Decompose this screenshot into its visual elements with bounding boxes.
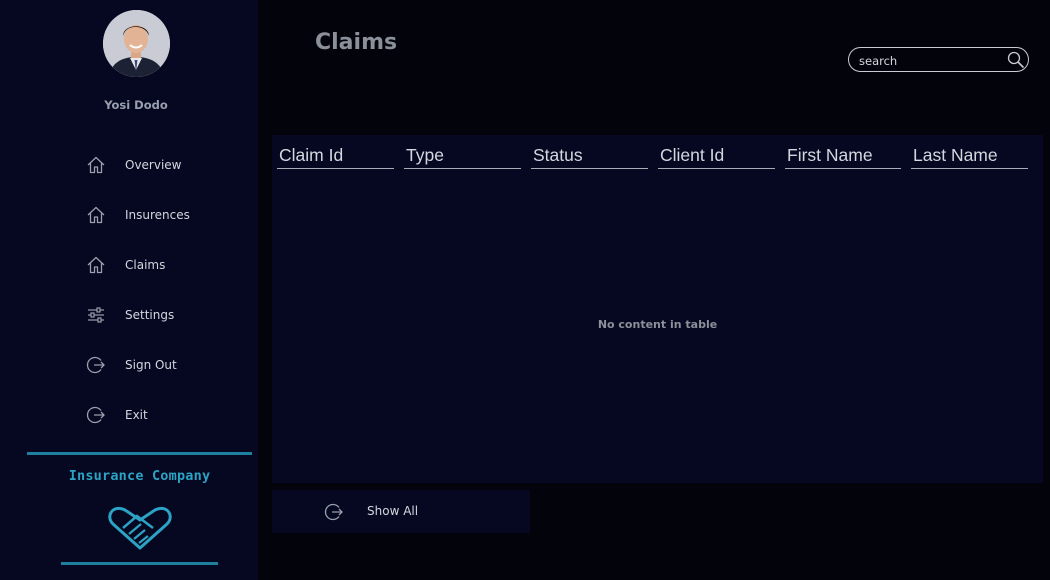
column-header-client-id[interactable]: Client Id — [658, 145, 775, 169]
sidebar-item-label: Sign Out — [125, 358, 177, 372]
sidebar-item-exit[interactable]: Exit — [80, 400, 250, 430]
page-title: Claims — [315, 30, 398, 55]
table-empty-message: No content in table — [597, 318, 718, 331]
home-icon — [80, 200, 114, 230]
column-header-last-name[interactable]: Last Name — [911, 145, 1028, 169]
app-window: Yosi Dodo Overview Insurences Claims Set… — [0, 0, 1050, 580]
sidebar-item-label: Claims — [125, 258, 166, 272]
brand-divider-bottom — [61, 562, 218, 565]
column-header-status[interactable]: Status — [531, 145, 648, 169]
search-icon[interactable] — [1007, 51, 1025, 73]
show-all-label: Show All — [367, 504, 419, 518]
logout-icon — [80, 350, 114, 380]
user-name: Yosi Dodo — [104, 98, 168, 112]
sliders-icon — [80, 300, 114, 330]
sidebar-item-sign-out[interactable]: Sign Out — [80, 350, 250, 380]
sidebar-item-claims[interactable]: Claims — [80, 250, 250, 280]
sidebar-item-insurences[interactable]: Insurences — [80, 200, 250, 230]
column-header-claim-id[interactable]: Claim Id — [277, 145, 394, 169]
claims-table: Claim Id Type Status Client Id First Nam… — [272, 135, 1043, 483]
sidebar-item-overview[interactable]: Overview — [80, 150, 250, 180]
logout-icon — [324, 502, 344, 526]
search-box[interactable] — [848, 47, 1029, 72]
home-icon — [80, 250, 114, 280]
brand-name: Insurance Company — [68, 468, 211, 484]
sidebar-item-label: Settings — [125, 308, 175, 322]
brand-divider-top — [27, 452, 252, 455]
show-all-button[interactable]: Show All — [272, 490, 530, 533]
avatar — [103, 10, 170, 77]
sidebar-item-label: Exit — [125, 408, 148, 422]
handshake-heart-icon — [107, 506, 173, 554]
search-input[interactable] — [857, 51, 1006, 70]
sidebar-item-settings[interactable]: Settings — [80, 300, 250, 330]
home-icon — [80, 150, 114, 180]
sidebar: Yosi Dodo Overview Insurences Claims Set… — [0, 0, 258, 580]
sidebar-item-label: Overview — [125, 158, 182, 172]
logout-icon — [80, 400, 114, 430]
column-header-type[interactable]: Type — [404, 145, 521, 169]
column-header-first-name[interactable]: First Name — [785, 145, 901, 169]
sidebar-item-label: Insurences — [125, 208, 190, 222]
